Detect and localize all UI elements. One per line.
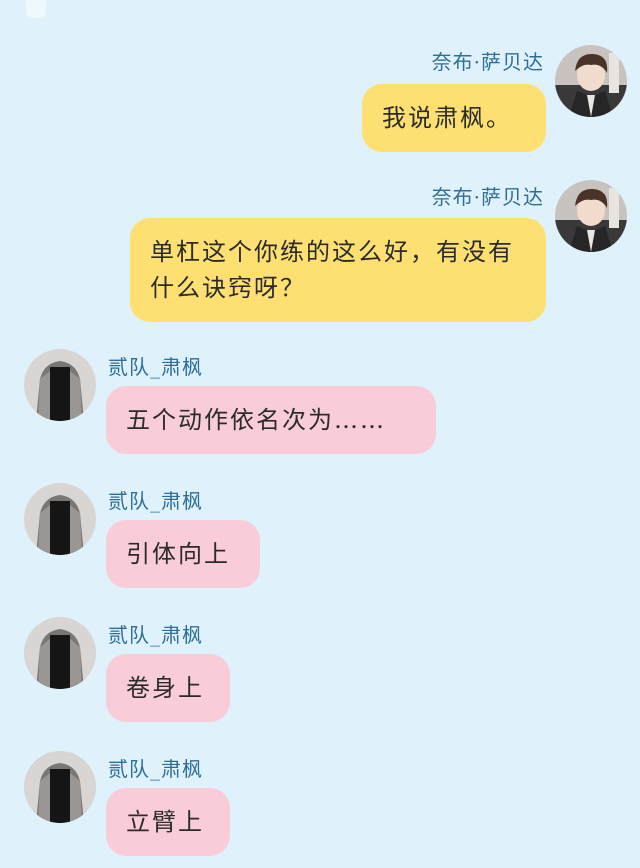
sender-name: 贰队_肃枫 [108, 489, 203, 513]
message-bubble[interactable]: 立臂上 [106, 788, 230, 856]
message-bubble[interactable]: 我说肃枫。 [362, 84, 546, 152]
message-bubble[interactable]: 卷身上 [106, 654, 230, 722]
sender-name: 奈布·萨贝达 [431, 50, 544, 74]
message-bubble[interactable]: 单杠这个你练的这么好，有没有什么诀窍呀？ [130, 218, 546, 322]
message-bubble[interactable]: 五个动作依名次为…… [106, 386, 436, 454]
sender-name: 贰队_肃枫 [108, 623, 203, 647]
sender-name: 奈布·萨贝达 [431, 185, 544, 209]
other-avatar-icon[interactable] [24, 751, 96, 823]
sender-name: 贰队_肃枫 [108, 355, 203, 379]
other-avatar-icon[interactable] [24, 483, 96, 555]
sender-name: 贰队_肃枫 [108, 757, 203, 781]
top-corner-mark [26, 0, 46, 18]
self-avatar-icon[interactable] [555, 180, 627, 252]
other-avatar-icon[interactable] [24, 349, 96, 421]
other-avatar-icon[interactable] [24, 617, 96, 689]
self-avatar-icon[interactable] [555, 45, 627, 117]
message-bubble[interactable]: 引体向上 [106, 520, 260, 588]
